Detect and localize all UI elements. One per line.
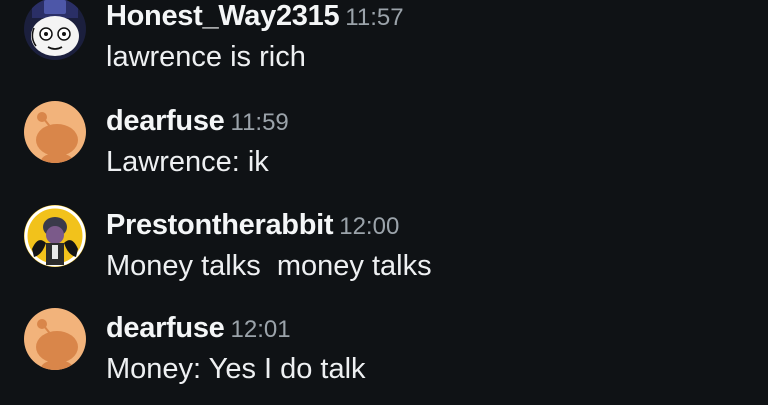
chat-message-list: Honest_Way2315 11:57 lawrence is rich dea… [0,0,768,405]
username-label[interactable]: dearfuse [106,312,225,344]
username-label[interactable]: Prestontherabbit [106,209,334,241]
timestamp: 12:01 [230,316,291,343]
cartoon-user-avatar-icon[interactable] [24,0,86,60]
timestamp: 11:59 [230,109,289,136]
chat-message: dearfuse 11:59 Lawrence: ik [0,98,768,188]
username-label[interactable]: Honest_Way2315 [106,0,340,32]
chat-message: dearfuse 12:01 Money: Yes I do talk [0,305,768,395]
chat-message: Honest_Way2315 11:57 lawrence is rich [0,0,768,78]
character-avatar-icon[interactable] [24,205,86,267]
message-author[interactable]: Prestontherabbit 12:00 [106,209,399,242]
timestamp: 12:00 [339,213,400,240]
message-author[interactable]: Honest_Way2315 11:57 [106,0,404,33]
reddit-snoo-avatar-icon[interactable] [24,308,86,370]
message-text: Lawrence: ik [106,146,269,178]
message-text: Money talks money talks [106,250,432,282]
message-text: Money: Yes I do talk [106,353,366,385]
reddit-snoo-avatar-icon[interactable] [24,101,86,163]
timestamp: 11:57 [345,4,404,31]
message-author[interactable]: dearfuse 11:59 [106,105,289,138]
username-label[interactable]: dearfuse [106,105,225,137]
chat-message: Prestontherabbit 12:00 Money talks money … [0,202,768,292]
message-author[interactable]: dearfuse 12:01 [106,312,291,345]
message-text: lawrence is rich [106,41,306,73]
